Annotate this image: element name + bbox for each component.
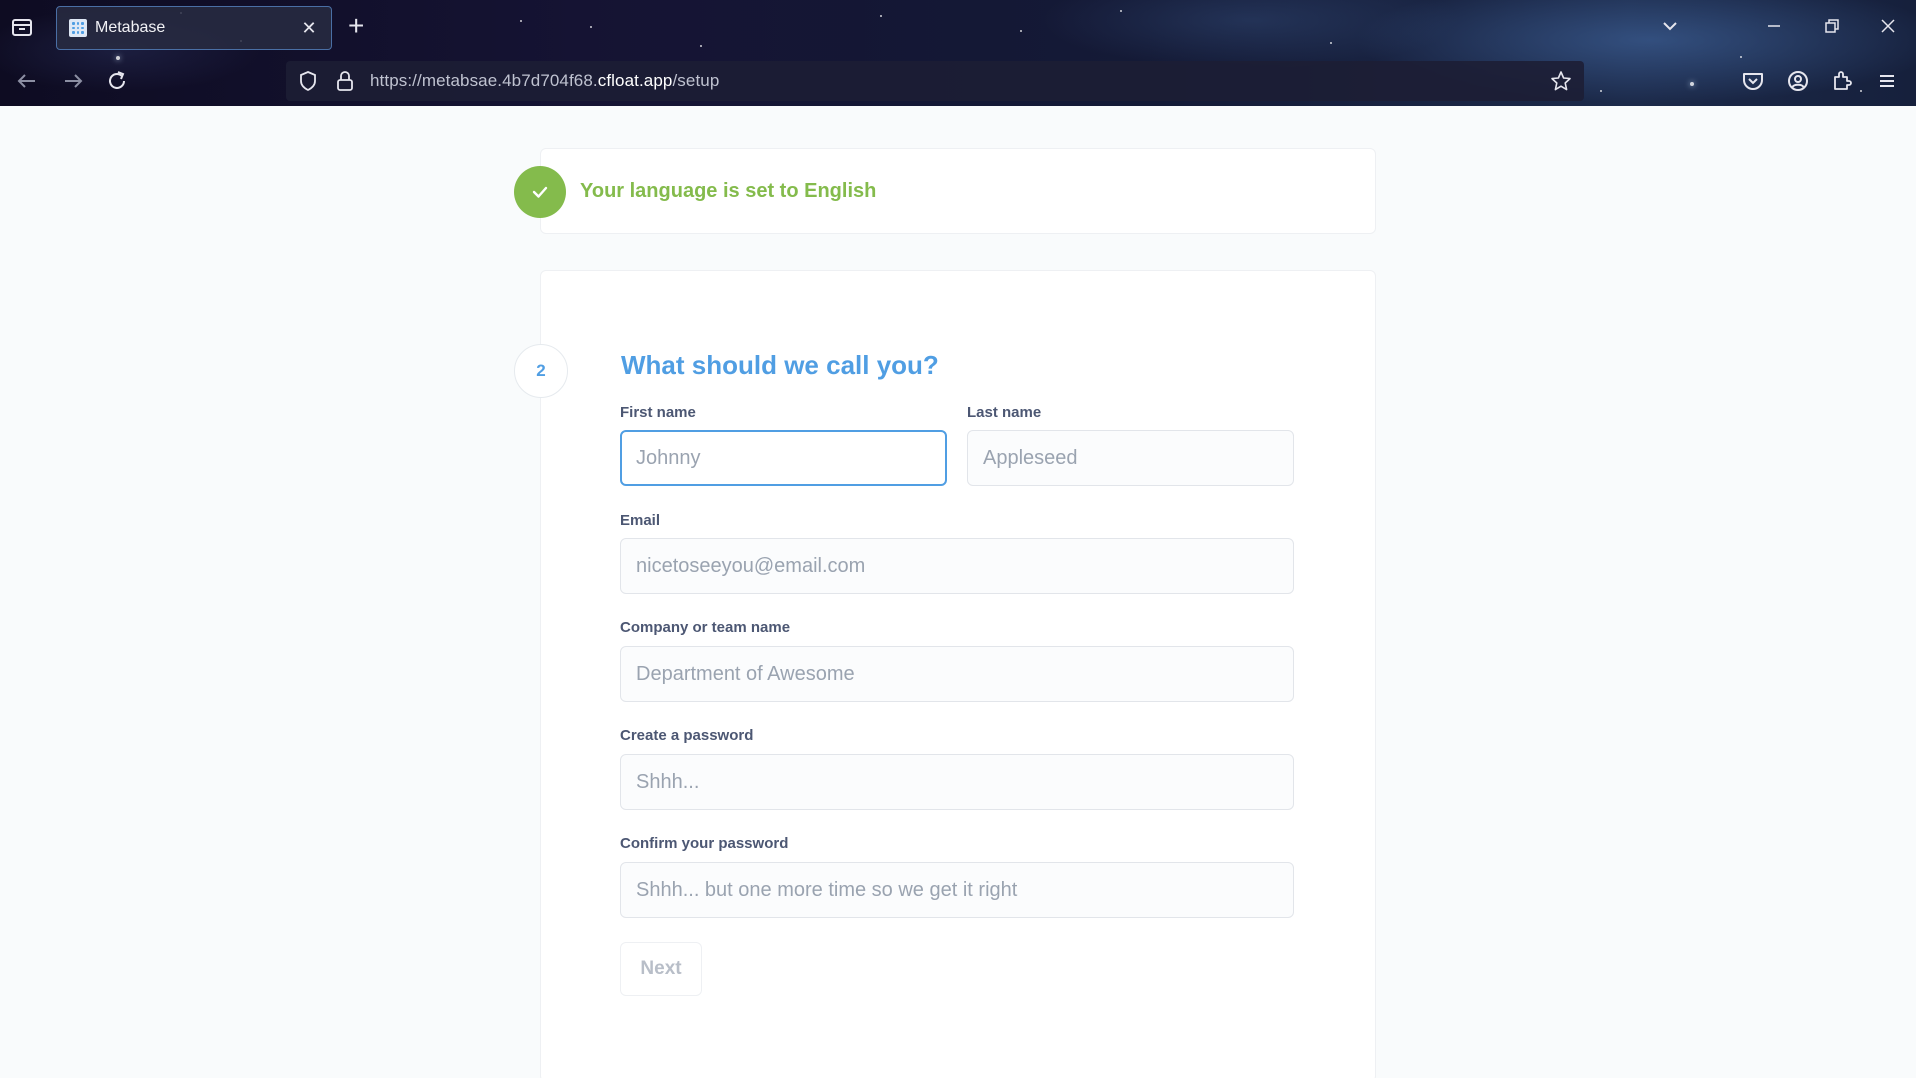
lock-icon[interactable] [336,70,354,92]
close-tab-icon[interactable]: ✕ [299,18,319,39]
restore-icon[interactable] [1822,16,1842,36]
browser-chrome: Metabase ✕ + https://metabsae.4b7d704f68… [0,0,1916,106]
first-name-label: First name [620,404,696,421]
language-step-complete-badge [514,166,566,218]
menu-hamburger-icon[interactable] [1874,68,1900,94]
company-name-input[interactable] [620,646,1294,702]
email-input[interactable] [620,538,1294,594]
bookmark-star-icon[interactable] [1550,70,1572,92]
browser-tab-metabase[interactable]: Metabase ✕ [56,6,332,50]
back-arrow-icon[interactable] [14,68,40,94]
confirm-password-label: Confirm your password [620,835,789,852]
confirm-password-input[interactable] [620,862,1294,918]
next-button[interactable]: Next [620,942,702,996]
company-name-label: Company or team name [620,619,791,636]
minimize-icon[interactable] [1764,16,1784,36]
address-bar[interactable]: https://metabsae.4b7d704f68.cfloat.app/s… [286,61,1584,101]
first-name-input[interactable] [620,430,947,486]
account-icon[interactable] [1785,68,1811,94]
close-window-icon[interactable] [1878,16,1898,36]
tab-overflow-chevron-icon[interactable] [1660,16,1680,36]
tracking-protection-shield-icon[interactable] [298,70,318,92]
setup-page: Your language is set to English 2 What s… [0,106,1916,1078]
tab-list-icon[interactable] [10,16,34,38]
tab-title: Metabase [95,19,166,36]
password-input[interactable] [620,754,1294,810]
last-name-label: Last name [967,404,1042,421]
user-step-title: What should we call you? [621,350,939,380]
email-label: Email [620,512,661,529]
language-step-summary: Your language is set to English [580,180,877,202]
reload-icon[interactable] [104,68,130,94]
pocket-icon[interactable] [1740,68,1766,94]
password-label: Create a password [620,727,754,744]
step-number-badge: 2 [514,344,568,398]
extensions-puzzle-icon[interactable] [1830,68,1856,94]
url-text[interactable]: https://metabsae.4b7d704f68.cfloat.app/s… [370,71,719,91]
new-tab-icon[interactable]: + [348,12,364,40]
forward-arrow-icon[interactable] [60,68,86,94]
check-icon [532,186,548,198]
last-name-input[interactable] [967,430,1294,486]
metabase-favicon-icon [69,19,87,37]
